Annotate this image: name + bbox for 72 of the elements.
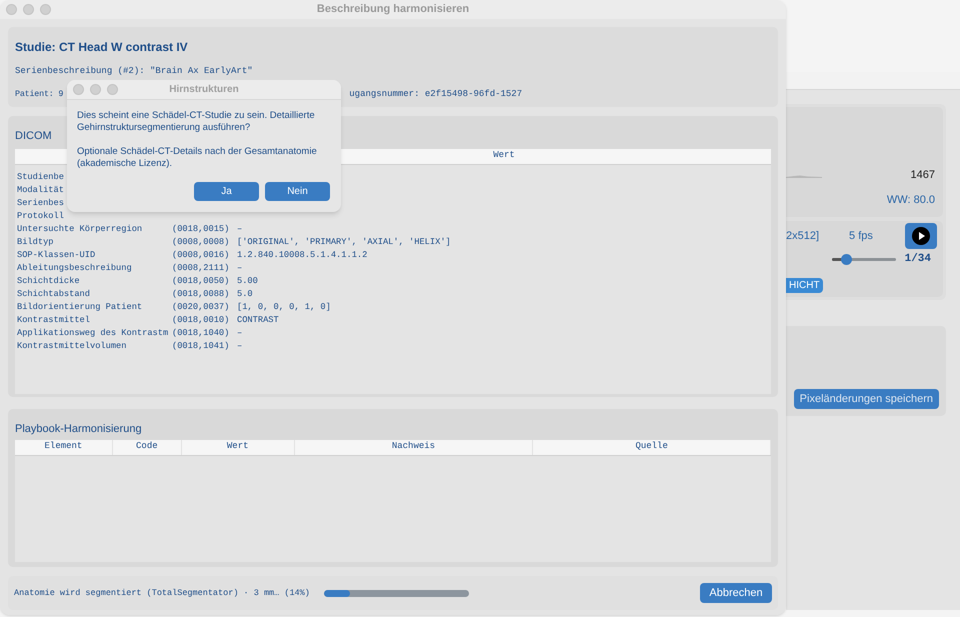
column-header: Element [44,440,82,454]
fps-label: 5 fps [849,228,873,244]
window-control-icon[interactable] [107,84,118,95]
table-cell: (0008,2111) [172,263,230,274]
table-cell-text: Bildorientierung Patient [17,301,144,314]
table-cell-text: 5.00 [237,275,258,288]
layer-button[interactable]: HICHT [786,278,823,292]
play-icon [912,227,930,245]
table-cell-text: [1, 0, 0, 0, 1, 0] [237,301,331,314]
table-cell: (0020,0037) [172,302,230,312]
table-cell: (0018,1040) [172,328,230,338]
table-cell-text: Kontrastmittel [17,314,91,328]
table-cell-text: Ableitungsbeschreibung [17,262,133,276]
section-label: Playbook-Harmonisierung [15,422,143,437]
table-cell-text: 1.2.840.10008.5.1.4.1.1.2 [237,249,368,262]
series-description: Serienbeschreibung (#2): "Brain Ax EarlyArt" [15,65,254,78]
table-cell: (0008,0016) [172,250,230,260]
table-cell-text: 5.0 [237,288,253,302]
table-cell: (0018,0050) [172,276,230,286]
column-header: Code [136,440,158,454]
study-title: Studie: CT Head W contrast IV [15,39,189,56]
window-control-icon[interactable] [23,4,34,15]
table-cell-text: Schichtabstand [17,288,91,302]
dialog-note: Optionale Schädel-CT-Details nach der Gesamtanatomie (akademische Lizenz). [77,146,318,170]
table-cell: (0018,1041) [172,341,230,352]
slider-thumb[interactable] [841,254,852,265]
histogram-max: 1467 [910,168,935,183]
window-width-label: WW: 80.0 [886,192,935,208]
dialog-button[interactable]: Ja [194,182,259,201]
save-button[interactable]: Pixeländerungen speichern [794,389,939,409]
window-control-icon[interactable] [40,4,51,15]
table-cell-text: CONTRAST [237,314,279,328]
histogram-icon [786,174,822,178]
table-cell-text: Untersuchte Körperregion [17,223,144,236]
patient-label: Patient: 9 [15,88,64,100]
dialog-button[interactable]: Nein [265,182,330,201]
table-cell-text: Applikationsweg des Kontrastm [17,327,170,340]
status-text: Anatomie wird segmentiert (TotalSegmentator) · 3 mm… (14%) [14,586,310,600]
table-cell-text: Kontrastmittelvolumen [17,340,128,354]
column-header: Wert [493,149,515,162]
dialog-title: Hirnstrukturen [169,83,239,97]
dialog-message: Dies scheint eine Schädel-CT-Studie zu sein. Detaillierte Gehirnstruktursegmentierung ausführen? [77,110,316,134]
matrix-size: 2x512] [786,228,820,244]
table-cell-text: Modalität [17,184,65,198]
table-cell-text: Schichtdicke [17,275,81,288]
table-cell-text: Studienbe [17,171,65,184]
window-control-icon[interactable] [90,84,101,95]
cancel-button[interactable]: Abbrechen [700,583,772,603]
table-cell-text: – [237,223,242,236]
table-cell-text: – [237,340,242,354]
column-header: Quelle [635,440,668,454]
table-cell-text: ['ORIGINAL', 'PRIMARY', 'AXIAL', 'HELIX'] [237,236,451,250]
table-cell-text: – [237,262,242,276]
table-cell: (0018,0015) [172,224,230,234]
accession-number: ugangsnummer: e2f15498-96fd-1527 [349,88,522,100]
window-control-icon[interactable] [73,84,84,95]
table-cell-text: Protokoll [17,210,65,224]
table-cell: (0018,0010) [172,315,230,326]
table-cell-text: SOP-Klassen-UID [17,249,96,262]
play-button[interactable] [905,223,937,249]
table-cell: (0018,0088) [172,289,230,300]
frame-slider[interactable] [832,253,896,266]
table-cell: (0008,0008) [172,237,230,248]
section-label: DICOM [15,129,53,144]
table-cell-text: – [237,327,242,340]
table-cell-text: Serienbes [17,197,65,210]
window-control-icon[interactable] [6,4,17,15]
column-header: Wert [226,440,248,454]
frame-counter: 1/34 [904,252,931,267]
column-header: Nachweis [392,440,436,454]
table-cell-text: Bildtyp [17,236,54,250]
window-title: Beschreibung harmonisieren [316,2,470,18]
